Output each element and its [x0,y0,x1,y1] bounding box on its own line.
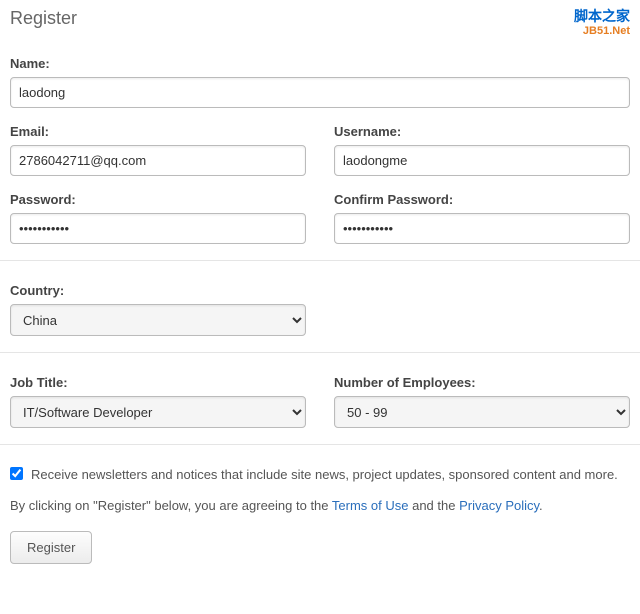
register-button[interactable]: Register [10,531,92,564]
divider-1 [0,260,640,261]
agreement-prefix: By clicking on "Register" below, you are… [10,498,332,513]
privacy-link[interactable]: Privacy Policy [459,498,539,513]
name-input[interactable] [10,77,630,108]
job-title-select[interactable]: IT/Software Developer [10,396,306,428]
employees-select[interactable]: 50 - 99 [334,396,630,428]
job-title-label: Job Title: [10,375,306,390]
password-label: Password: [10,192,306,207]
terms-link[interactable]: Terms of Use [332,498,409,513]
employees-label: Number of Employees: [334,375,630,390]
confirm-password-input[interactable] [334,213,630,244]
watermark: 脚本之家 JB51.Net [574,8,630,38]
password-input[interactable] [10,213,306,244]
email-label: Email: [10,124,306,139]
newsletter-text: Receive newsletters and notices that inc… [31,467,618,482]
watermark-cn: 脚本之家 [574,8,630,25]
email-input[interactable] [10,145,306,176]
agreement-suffix: . [539,498,543,513]
newsletter-checkbox[interactable] [10,467,23,480]
confirm-password-label: Confirm Password: [334,192,630,207]
page-title: Register [10,8,77,29]
register-form: Register 脚本之家 JB51.Net Name: Email: User… [0,0,640,584]
divider-2 [0,352,640,353]
divider-3 [0,444,640,445]
watermark-latin: JB51.Net [583,25,630,37]
country-label: Country: [10,283,306,298]
name-label: Name: [10,56,630,71]
header: Register 脚本之家 JB51.Net [10,8,630,38]
agreement-text: By clicking on "Register" below, you are… [10,498,630,513]
username-input[interactable] [334,145,630,176]
username-label: Username: [334,124,630,139]
agreement-mid: and the [408,498,459,513]
country-select[interactable]: China [10,304,306,336]
